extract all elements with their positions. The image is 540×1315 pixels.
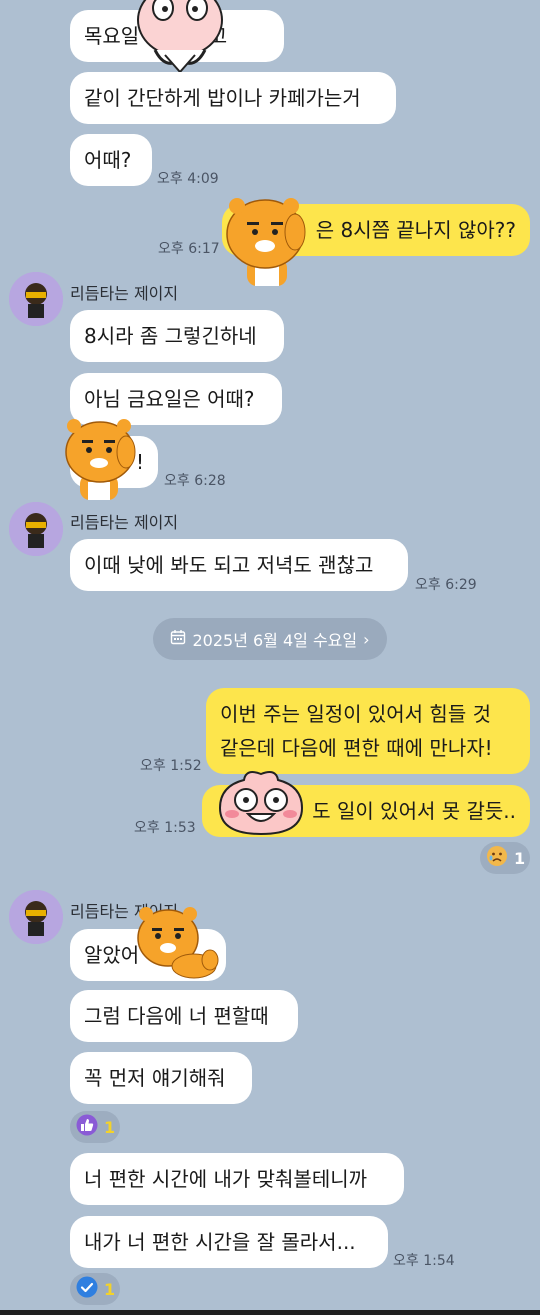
my-message-bubble[interactable]: 이번 주는 일정이 있어서 힘들 것 같은데 다음에 편한 때에 만나자! (206, 688, 530, 774)
message-text: 도 일이 있어서 못 갈듯.. (312, 799, 516, 823)
thumbs-up-icon (76, 1114, 98, 1140)
bottom-edge (0, 1310, 540, 1315)
ryan-sticker[interactable] (132, 904, 220, 984)
message-text: 아님 금요일은 어때? (84, 387, 255, 411)
reaction-check[interactable]: 1 (70, 1273, 120, 1305)
reaction-count: 1 (104, 1279, 116, 1299)
message-time: 오후 6:29 (415, 577, 477, 593)
message-text: 어때? (84, 148, 132, 172)
message-text: 꼭 먼저 얘기해줘 (84, 1066, 226, 1090)
message-text: 같이 간단하게 밥이나 카페가는거 (84, 86, 361, 110)
message-time: 오후 1:52 (140, 758, 202, 774)
date-label: 2025년 6월 4일 수요일 (192, 631, 358, 650)
message-bubble[interactable]: 그럼 다음에 너 편할때 (70, 990, 298, 1042)
reaction-like[interactable]: 1 (70, 1111, 120, 1143)
ryan-sticker[interactable] (64, 418, 138, 500)
avatar[interactable] (9, 890, 63, 944)
message-text-line1: 이번 주는 일정이 있어서 힘들 것 (220, 702, 491, 726)
message-time: 오후 6:28 (164, 473, 226, 489)
message-bubble[interactable]: 내가 너 편한 시간을 잘 몰라서... (70, 1216, 388, 1268)
avatar[interactable] (9, 272, 63, 326)
message-text: 8시라 좀 그렇긴하네 (84, 324, 257, 348)
message-text: 내가 너 편한 시간을 잘 몰라서... (84, 1230, 356, 1254)
message-time: 오후 4:09 (157, 171, 219, 187)
calendar-icon (170, 629, 186, 649)
message-bubble[interactable]: 8시라 좀 그렇긴하네 (70, 310, 284, 362)
message-bubble[interactable]: 너 편한 시간에 내가 맞춰볼테니까 (70, 1153, 404, 1205)
reaction-count: 1 (104, 1117, 116, 1137)
date-divider[interactable]: 2025년 6월 4일 수요일 › (153, 618, 387, 660)
message-time: 오후 1:53 (134, 820, 196, 836)
message-text: 이때 낮에 봐도 되고 저녁도 괜찮고 (84, 553, 374, 577)
sad-face-icon (486, 845, 508, 871)
reaction-count: 1 (514, 848, 526, 868)
apeach-sticker[interactable] (135, 0, 225, 76)
message-time: 오후 1:54 (393, 1253, 455, 1269)
message-bubble[interactable]: 같이 간단하게 밥이나 카페가는거 (70, 72, 396, 124)
message-text: 은 8시쯤 끝나지 않아?? (315, 218, 516, 242)
avatar[interactable] (9, 502, 63, 556)
message-text: 그럼 다음에 너 편할때 (84, 1004, 269, 1028)
message-text-line2: 같은데 다음에 편한 때에 만나자! (220, 736, 493, 760)
message-bubble[interactable]: 꼭 먼저 얘기해줘 (70, 1052, 252, 1104)
message-bubble[interactable]: 어때? (70, 134, 152, 186)
message-text: 너 편한 시간에 내가 맞춰볼테니까 (84, 1167, 368, 1191)
sender-name: 리듬타는 제이지 (70, 513, 179, 532)
message-bubble[interactable]: 이때 낮에 봐도 되고 저녁도 괜찮고 (70, 539, 408, 591)
reaction-sad[interactable]: 1 (480, 842, 530, 874)
ryan-sticker[interactable] (225, 196, 309, 288)
check-icon (76, 1276, 98, 1302)
message-text: 알았어 (84, 943, 140, 967)
chevron-right-icon: › (363, 629, 370, 649)
apeach-sticker[interactable] (216, 770, 306, 836)
message-time: 오후 6:17 (158, 241, 220, 257)
sender-name: 리듬타는 제이지 (70, 284, 179, 303)
